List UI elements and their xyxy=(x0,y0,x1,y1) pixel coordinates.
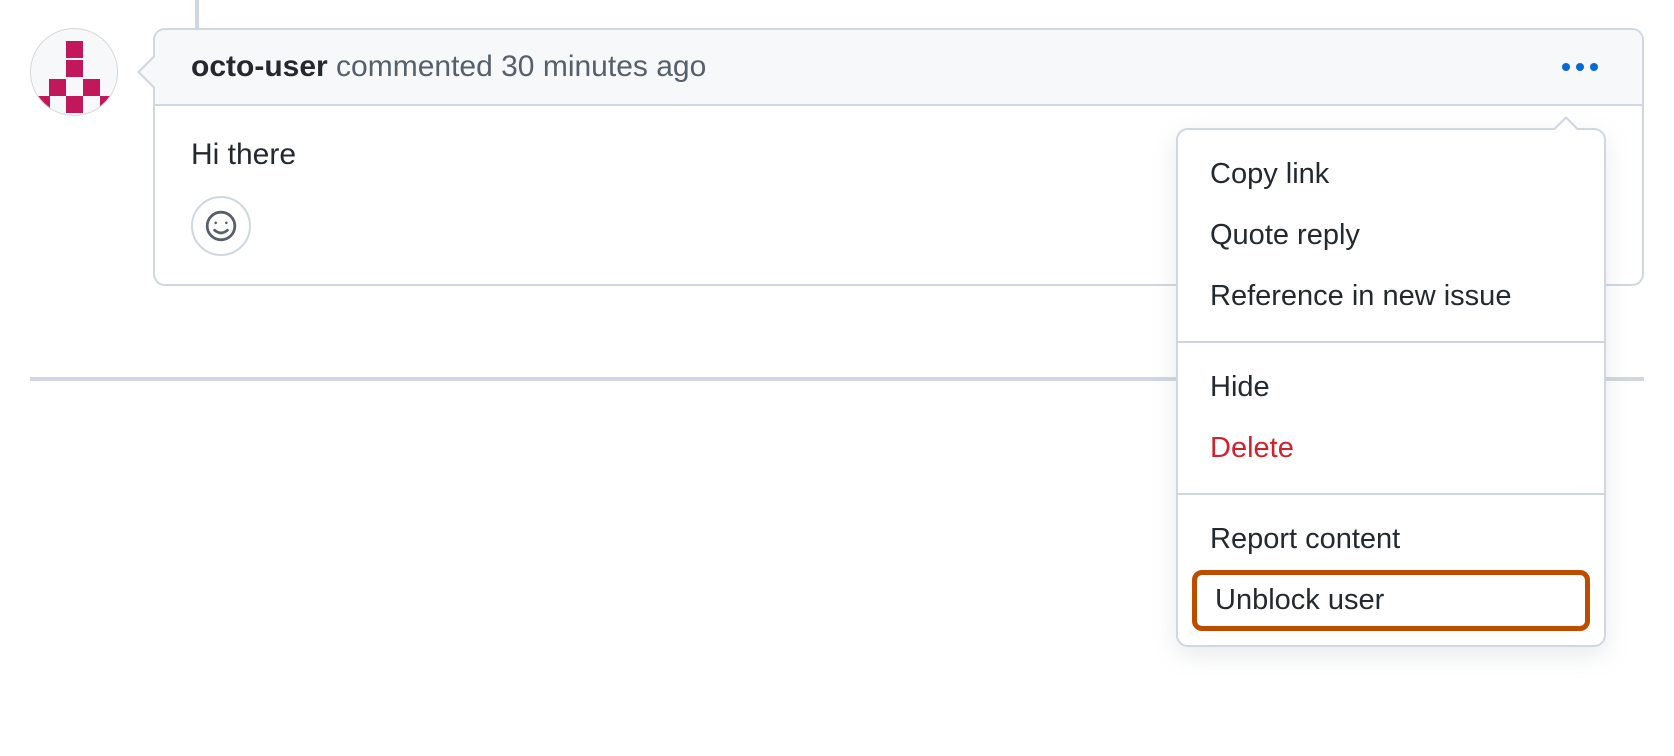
comment-author[interactable]: octo-user xyxy=(191,50,328,83)
kebab-dot-icon xyxy=(1562,63,1570,71)
timeline-container: octo-user commented 30 minutes ago Hi th… xyxy=(0,0,1674,286)
dropdown-divider xyxy=(1178,341,1604,343)
identicon-icon xyxy=(31,29,117,115)
menu-item-hide[interactable]: Hide xyxy=(1178,357,1604,418)
comment-action-text: commented xyxy=(336,50,493,83)
comment-box: octo-user commented 30 minutes ago Hi th… xyxy=(153,28,1644,286)
comment-row: octo-user commented 30 minutes ago Hi th… xyxy=(30,28,1644,286)
add-reaction-button[interactable] xyxy=(191,196,251,256)
kebab-dot-icon xyxy=(1590,63,1598,71)
comment-actions-dropdown: Copy link Quote reply Reference in new i… xyxy=(1176,128,1606,647)
menu-item-copy-link[interactable]: Copy link xyxy=(1178,144,1604,205)
comment-header: octo-user commented 30 minutes ago xyxy=(155,30,1642,106)
comment-header-text: octo-user commented 30 minutes ago xyxy=(191,50,706,84)
dropdown-divider xyxy=(1178,493,1604,495)
comment-timestamp[interactable]: 30 minutes ago xyxy=(501,50,706,83)
highlighted-menu-item: Unblock user xyxy=(1192,570,1590,631)
kebab-dot-icon xyxy=(1576,63,1584,71)
comment-caret-icon xyxy=(137,54,155,90)
dropdown-caret-icon xyxy=(1552,116,1580,130)
kebab-menu-button[interactable] xyxy=(1554,55,1606,79)
smiley-icon xyxy=(204,209,238,243)
avatar[interactable] xyxy=(30,28,118,116)
menu-item-report-content[interactable]: Report content xyxy=(1178,509,1604,570)
menu-item-reference-issue[interactable]: Reference in new issue xyxy=(1178,266,1604,327)
menu-item-quote-reply[interactable]: Quote reply xyxy=(1178,205,1604,266)
menu-item-delete[interactable]: Delete xyxy=(1178,418,1604,479)
menu-item-unblock-user[interactable]: Unblock user xyxy=(1215,584,1567,617)
